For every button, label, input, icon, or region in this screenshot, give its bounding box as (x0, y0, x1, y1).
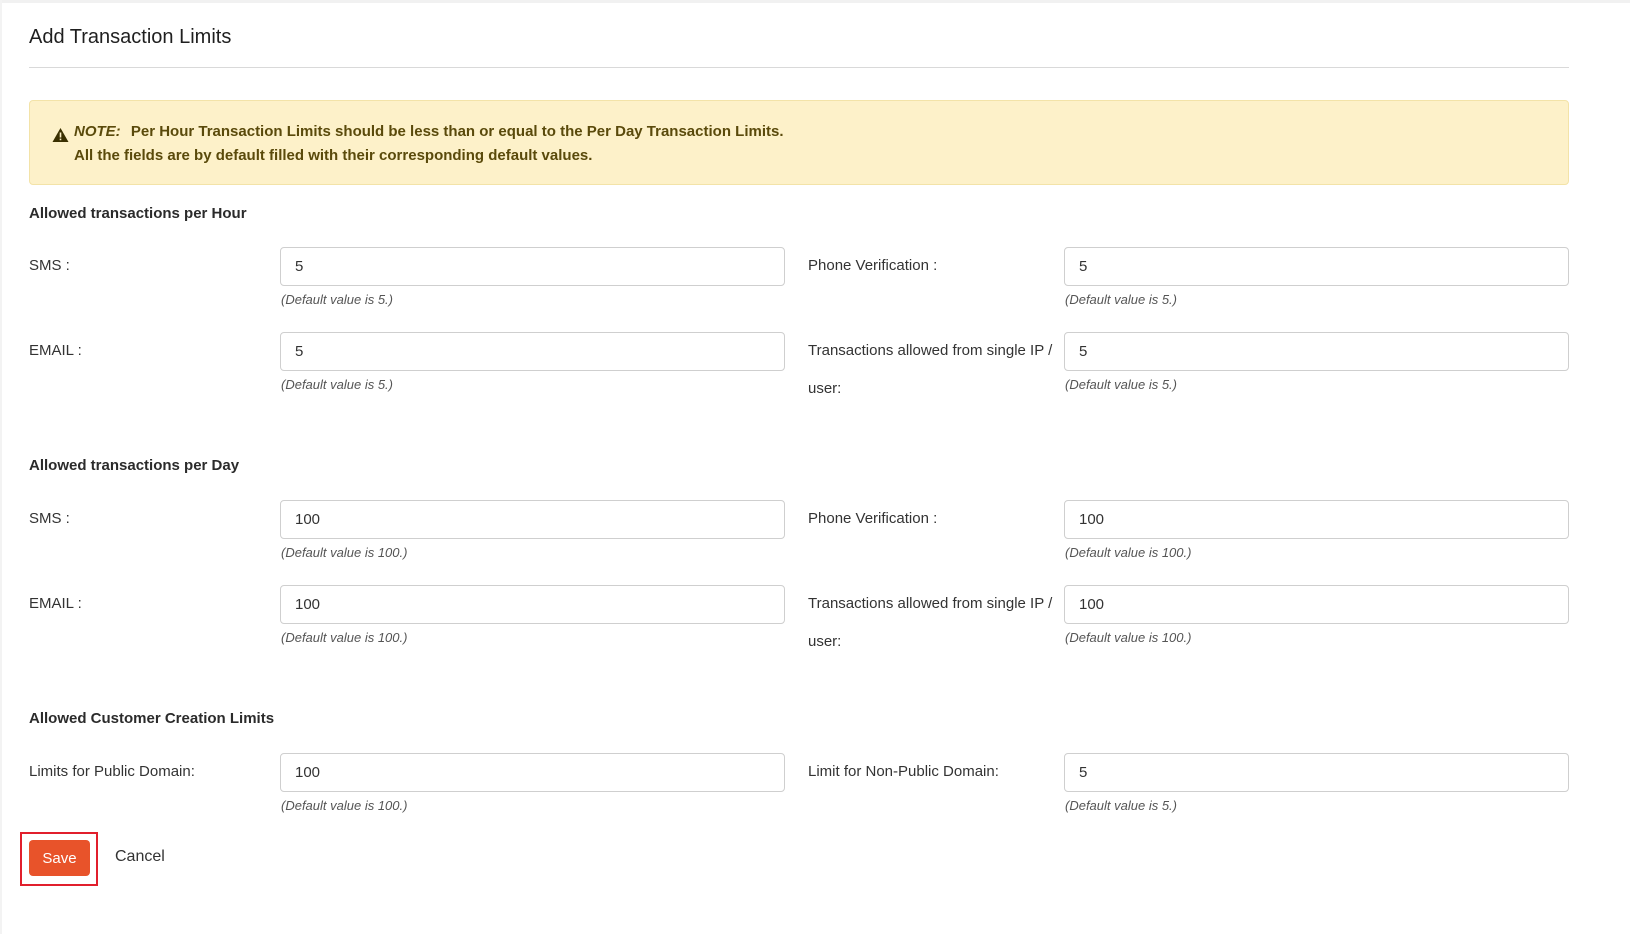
hour-ip-input[interactable] (1064, 332, 1569, 371)
day-sms-label: SMS : (29, 510, 70, 527)
hour-sms-input[interactable] (280, 247, 785, 286)
day-sms-hint: (Default value is 100.) (281, 545, 408, 560)
hour-email-input[interactable] (280, 332, 785, 371)
day-phone-input[interactable] (1064, 500, 1569, 539)
day-ip-hint: (Default value is 100.) (1065, 630, 1192, 645)
warning-icon (52, 128, 69, 142)
day-email-label: EMAIL : (29, 595, 82, 612)
section-heading-day: Allowed transactions per Day (29, 457, 240, 474)
non-public-domain-hint: (Default value is 5.) (1065, 798, 1177, 813)
day-ip-label: Transactions allowed from single IP / us… (808, 595, 1053, 650)
left-border (0, 0, 2, 934)
save-button[interactable]: Save (29, 840, 90, 876)
hour-email-label: EMAIL : (29, 342, 82, 359)
day-ip-input[interactable] (1064, 585, 1569, 624)
cancel-button[interactable]: Cancel (115, 848, 165, 866)
section-heading-customer: Allowed Customer Creation Limits (29, 710, 275, 727)
hour-sms-hint: (Default value is 5.) (281, 292, 393, 307)
note-label: NOTE: (74, 123, 121, 140)
title-divider (29, 67, 1569, 68)
non-public-domain-label: Limit for Non-Public Domain: (808, 763, 999, 780)
day-sms-input[interactable] (280, 500, 785, 539)
public-domain-input[interactable] (280, 753, 785, 792)
day-email-input[interactable] (280, 585, 785, 624)
section-heading-hour: Allowed transactions per Hour (29, 205, 247, 222)
day-phone-label: Phone Verification : (808, 510, 938, 527)
day-phone-hint: (Default value is 100.) (1065, 545, 1192, 560)
note-line-2: All the fields are by default filled wit… (74, 147, 593, 164)
hour-phone-hint: (Default value is 5.) (1065, 292, 1177, 307)
day-email-hint: (Default value is 100.) (281, 630, 408, 645)
note-line-1: NOTE: Per Hour Transaction Limits should… (74, 123, 784, 140)
hour-phone-input[interactable] (1064, 247, 1569, 286)
top-border (0, 0, 1630, 3)
note-text-1: Per Hour Transaction Limits should be le… (130, 123, 784, 140)
hour-ip-hint: (Default value is 5.) (1065, 377, 1177, 392)
public-domain-label: Limits for Public Domain: (29, 763, 195, 780)
public-domain-hint: (Default value is 100.) (281, 798, 408, 813)
hour-ip-label: Transactions allowed from single IP / us… (808, 342, 1053, 397)
hour-sms-label: SMS : (29, 257, 70, 274)
note-banner: NOTE: Per Hour Transaction Limits should… (29, 100, 1569, 185)
hour-phone-label: Phone Verification : (808, 257, 938, 274)
non-public-domain-input[interactable] (1064, 753, 1569, 792)
page-title: Add Transaction Limits (29, 26, 232, 48)
hour-email-hint: (Default value is 5.) (281, 377, 393, 392)
